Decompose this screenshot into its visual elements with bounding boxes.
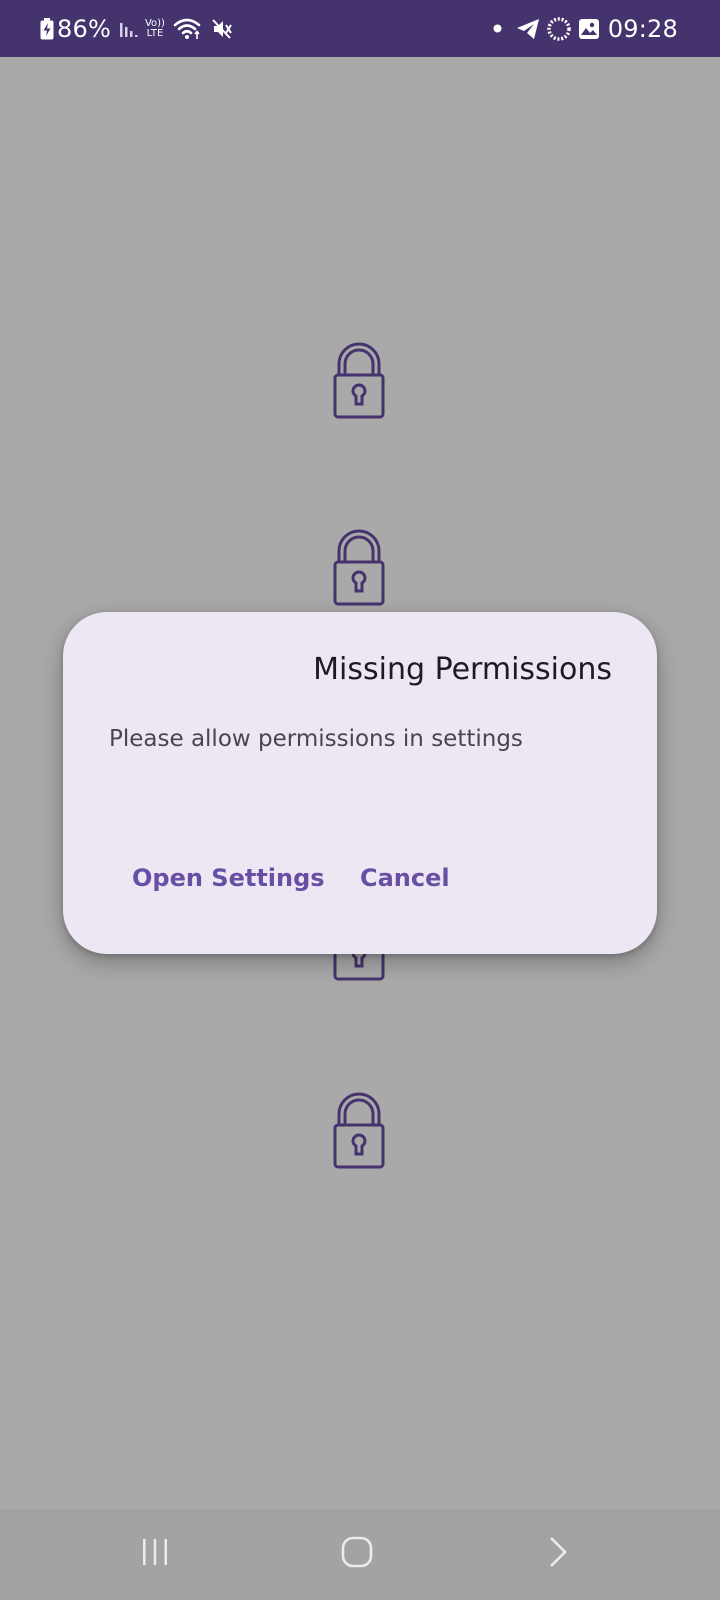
open-settings-button[interactable]: Open Settings	[132, 864, 325, 892]
wifi-icon	[173, 17, 203, 41]
signal-bars-icon	[119, 19, 141, 39]
battery-charging-icon	[40, 17, 54, 40]
permissions-dialog: Missing Permissions Please allow permiss…	[63, 612, 657, 954]
dialog-message: Please allow permissions in settings	[109, 726, 523, 752]
recents-button[interactable]	[105, 1509, 205, 1600]
cancel-button[interactable]: Cancel	[360, 864, 450, 892]
status-bar-right: 09:28	[493, 0, 678, 57]
navigation-bar	[0, 1509, 720, 1600]
clock: 09:28	[607, 14, 678, 43]
dialog-title: Missing Permissions	[313, 652, 612, 687]
telegram-icon	[516, 18, 540, 40]
status-bar: 86% Vo)) LTE 09:28	[0, 0, 720, 57]
volte-label: Vo))	[144, 17, 165, 29]
home-button[interactable]	[307, 1509, 407, 1600]
back-button[interactable]	[508, 1509, 608, 1600]
volte-lte-icon: Vo)) LTE	[144, 17, 165, 39]
lock-icon	[332, 1090, 386, 1170]
gallery-icon	[578, 18, 600, 40]
home-icon	[341, 1536, 373, 1573]
status-bar-left: 86% Vo)) LTE	[40, 0, 233, 57]
recents-icon	[139, 1537, 171, 1572]
lock-icon	[332, 340, 386, 420]
lock-icon	[332, 527, 386, 607]
mute-icon	[211, 18, 233, 40]
sync-ring-icon	[546, 16, 572, 42]
lte-label: LTE	[146, 27, 164, 39]
back-icon	[547, 1536, 569, 1573]
notification-dot-icon	[493, 24, 502, 33]
battery-percent: 86%	[57, 14, 111, 43]
